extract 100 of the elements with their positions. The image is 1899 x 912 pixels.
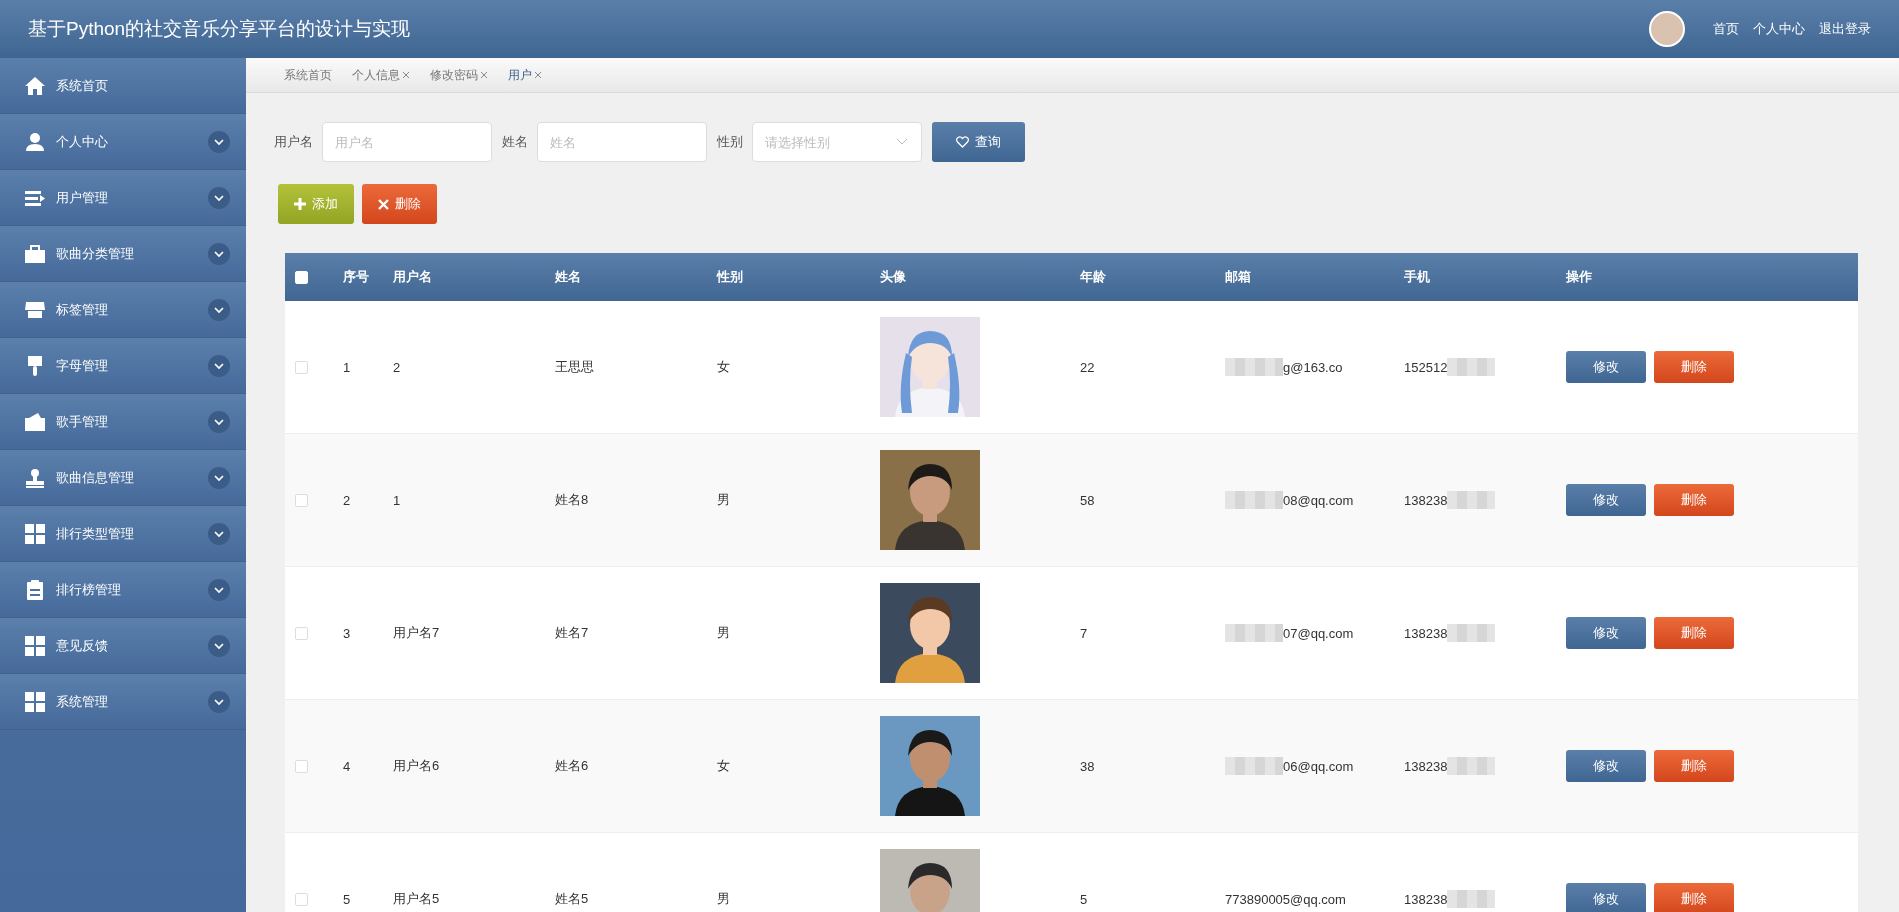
- column-header: 用户名: [393, 268, 432, 286]
- sidebar-item[interactable]: 意见反馈: [0, 618, 246, 674]
- table-cell: 1: [393, 492, 401, 508]
- sidebar-label: 歌手管理: [56, 412, 109, 431]
- sidebar-item[interactable]: 个人中心: [0, 114, 246, 170]
- blur-mosaic: [1225, 358, 1283, 376]
- user-avatar[interactable]: [1649, 11, 1685, 47]
- column-header: 头像: [880, 268, 906, 286]
- chevron-icon: [208, 298, 230, 321]
- row-checkbox[interactable]: [295, 759, 308, 773]
- sidebar-item[interactable]: 歌曲分类管理: [0, 226, 246, 282]
- clipboard-icon: [24, 578, 46, 601]
- sidebar-item[interactable]: 用户管理: [0, 170, 246, 226]
- table-cell: 138238: [1404, 492, 1448, 508]
- chevron-icon: [896, 138, 908, 146]
- row-checkbox[interactable]: [295, 360, 308, 374]
- table-cell: 58: [1080, 492, 1095, 508]
- grid-icon: [24, 690, 46, 713]
- delete-button[interactable]: 删除: [362, 184, 437, 224]
- column-header: 姓名: [555, 268, 581, 286]
- table-cell: g@163.co: [1283, 359, 1343, 375]
- chevron-icon: [208, 466, 230, 489]
- delete-button[interactable]: 删除: [1654, 883, 1734, 912]
- blur-mosaic: [1447, 491, 1496, 509]
- delete-button[interactable]: 删除: [1654, 484, 1734, 516]
- row-checkbox[interactable]: [295, 493, 308, 507]
- column-header: 年龄: [1080, 268, 1106, 286]
- table-cell: 男: [717, 624, 730, 642]
- table-cell: 用户名7: [393, 624, 440, 642]
- breadcrumb-tab[interactable]: 用户: [508, 66, 542, 84]
- table-cell: 女: [717, 358, 730, 376]
- sidebar-item[interactable]: 标签管理: [0, 282, 246, 338]
- search-field[interactable]: 用户名: [322, 122, 492, 162]
- sidebar-item[interactable]: 字母管理: [0, 338, 246, 394]
- table-cell: 152512: [1404, 359, 1448, 375]
- edit-button[interactable]: 修改: [1566, 750, 1646, 782]
- sidebar-label: 排行类型管理: [56, 524, 135, 543]
- edit-button[interactable]: 修改: [1566, 484, 1646, 516]
- close-icon[interactable]: [402, 71, 410, 79]
- edit-button[interactable]: 修改: [1566, 351, 1646, 383]
- delete-button[interactable]: 删除: [1654, 617, 1734, 649]
- chevron-icon: [208, 410, 230, 433]
- delete-button[interactable]: 删除: [1654, 351, 1734, 383]
- table-cell: 男: [717, 491, 730, 509]
- table-cell: 姓名5: [555, 890, 589, 908]
- gender-select[interactable]: 请选择性别: [752, 122, 922, 162]
- sidebar-label: 字母管理: [56, 356, 109, 375]
- column-header: 邮箱: [1225, 268, 1251, 286]
- table-cell: 07@qq.com: [1283, 625, 1354, 641]
- table-cell: 女: [717, 757, 730, 775]
- table-cell: 773890005@qq.com: [1225, 891, 1346, 907]
- table-cell: 姓名8: [555, 491, 589, 509]
- edit-button[interactable]: 修改: [1566, 617, 1646, 649]
- sidebar-item[interactable]: 排行类型管理: [0, 506, 246, 562]
- table-cell: 姓名7: [555, 624, 589, 642]
- delete-button[interactable]: 删除: [1654, 750, 1734, 782]
- row-checkbox[interactable]: [295, 626, 308, 640]
- breadcrumb-tab[interactable]: 系统首页: [284, 66, 332, 84]
- select-all-checkbox[interactable]: [295, 270, 308, 284]
- sidebar-label: 个人中心: [56, 132, 109, 151]
- app-title: 基于Python的社交音乐分享平台的设计与实现: [28, 17, 412, 41]
- row-checkbox[interactable]: [295, 892, 308, 906]
- blur-mosaic: [1225, 624, 1283, 642]
- table-cell: 38: [1080, 758, 1095, 774]
- search-field[interactable]: 姓名: [537, 122, 707, 162]
- close-icon[interactable]: [534, 71, 542, 79]
- search-button[interactable]: 查询: [932, 122, 1025, 162]
- header-link[interactable]: 退出登录: [1819, 20, 1871, 38]
- sidebar-item[interactable]: 系统管理: [0, 674, 246, 730]
- column-header: 手机: [1404, 268, 1430, 286]
- field-label: 性别: [717, 133, 743, 151]
- edit-button[interactable]: 修改: [1566, 883, 1646, 912]
- sidebar-item[interactable]: 系统首页: [0, 58, 246, 114]
- sidebar-item[interactable]: 排行榜管理: [0, 562, 246, 618]
- chevron-icon: [208, 690, 230, 713]
- table-cell: 3: [343, 625, 351, 641]
- blur-mosaic: [1225, 757, 1283, 775]
- sidebar-item[interactable]: 歌手管理: [0, 394, 246, 450]
- sidebar-item[interactable]: 歌曲信息管理: [0, 450, 246, 506]
- header-link[interactable]: 个人中心: [1753, 20, 1805, 38]
- close-icon[interactable]: [480, 71, 488, 79]
- header-link[interactable]: 首页: [1713, 20, 1739, 38]
- column-header: 序号: [343, 268, 369, 286]
- column-header: 性别: [717, 268, 743, 286]
- field-label: 姓名: [502, 133, 528, 151]
- stamp-icon: [24, 466, 46, 489]
- heart-icon: [956, 136, 969, 148]
- sidebar-label: 系统首页: [56, 76, 109, 95]
- table-cell: 138238: [1404, 625, 1448, 641]
- sidebar-label: 用户管理: [56, 188, 109, 207]
- table-cell: 7: [1080, 625, 1088, 641]
- chevron-icon: [208, 130, 230, 153]
- table-cell: 姓名6: [555, 757, 589, 775]
- breadcrumb-tab[interactable]: 修改密码: [430, 66, 488, 84]
- grid-icon: [24, 522, 46, 545]
- table-cell: 4: [343, 758, 351, 774]
- breadcrumb-tab[interactable]: 个人信息: [352, 66, 410, 84]
- close-icon: [378, 198, 389, 210]
- table-cell: 王思思: [555, 358, 594, 376]
- briefcase-icon: [24, 242, 46, 265]
